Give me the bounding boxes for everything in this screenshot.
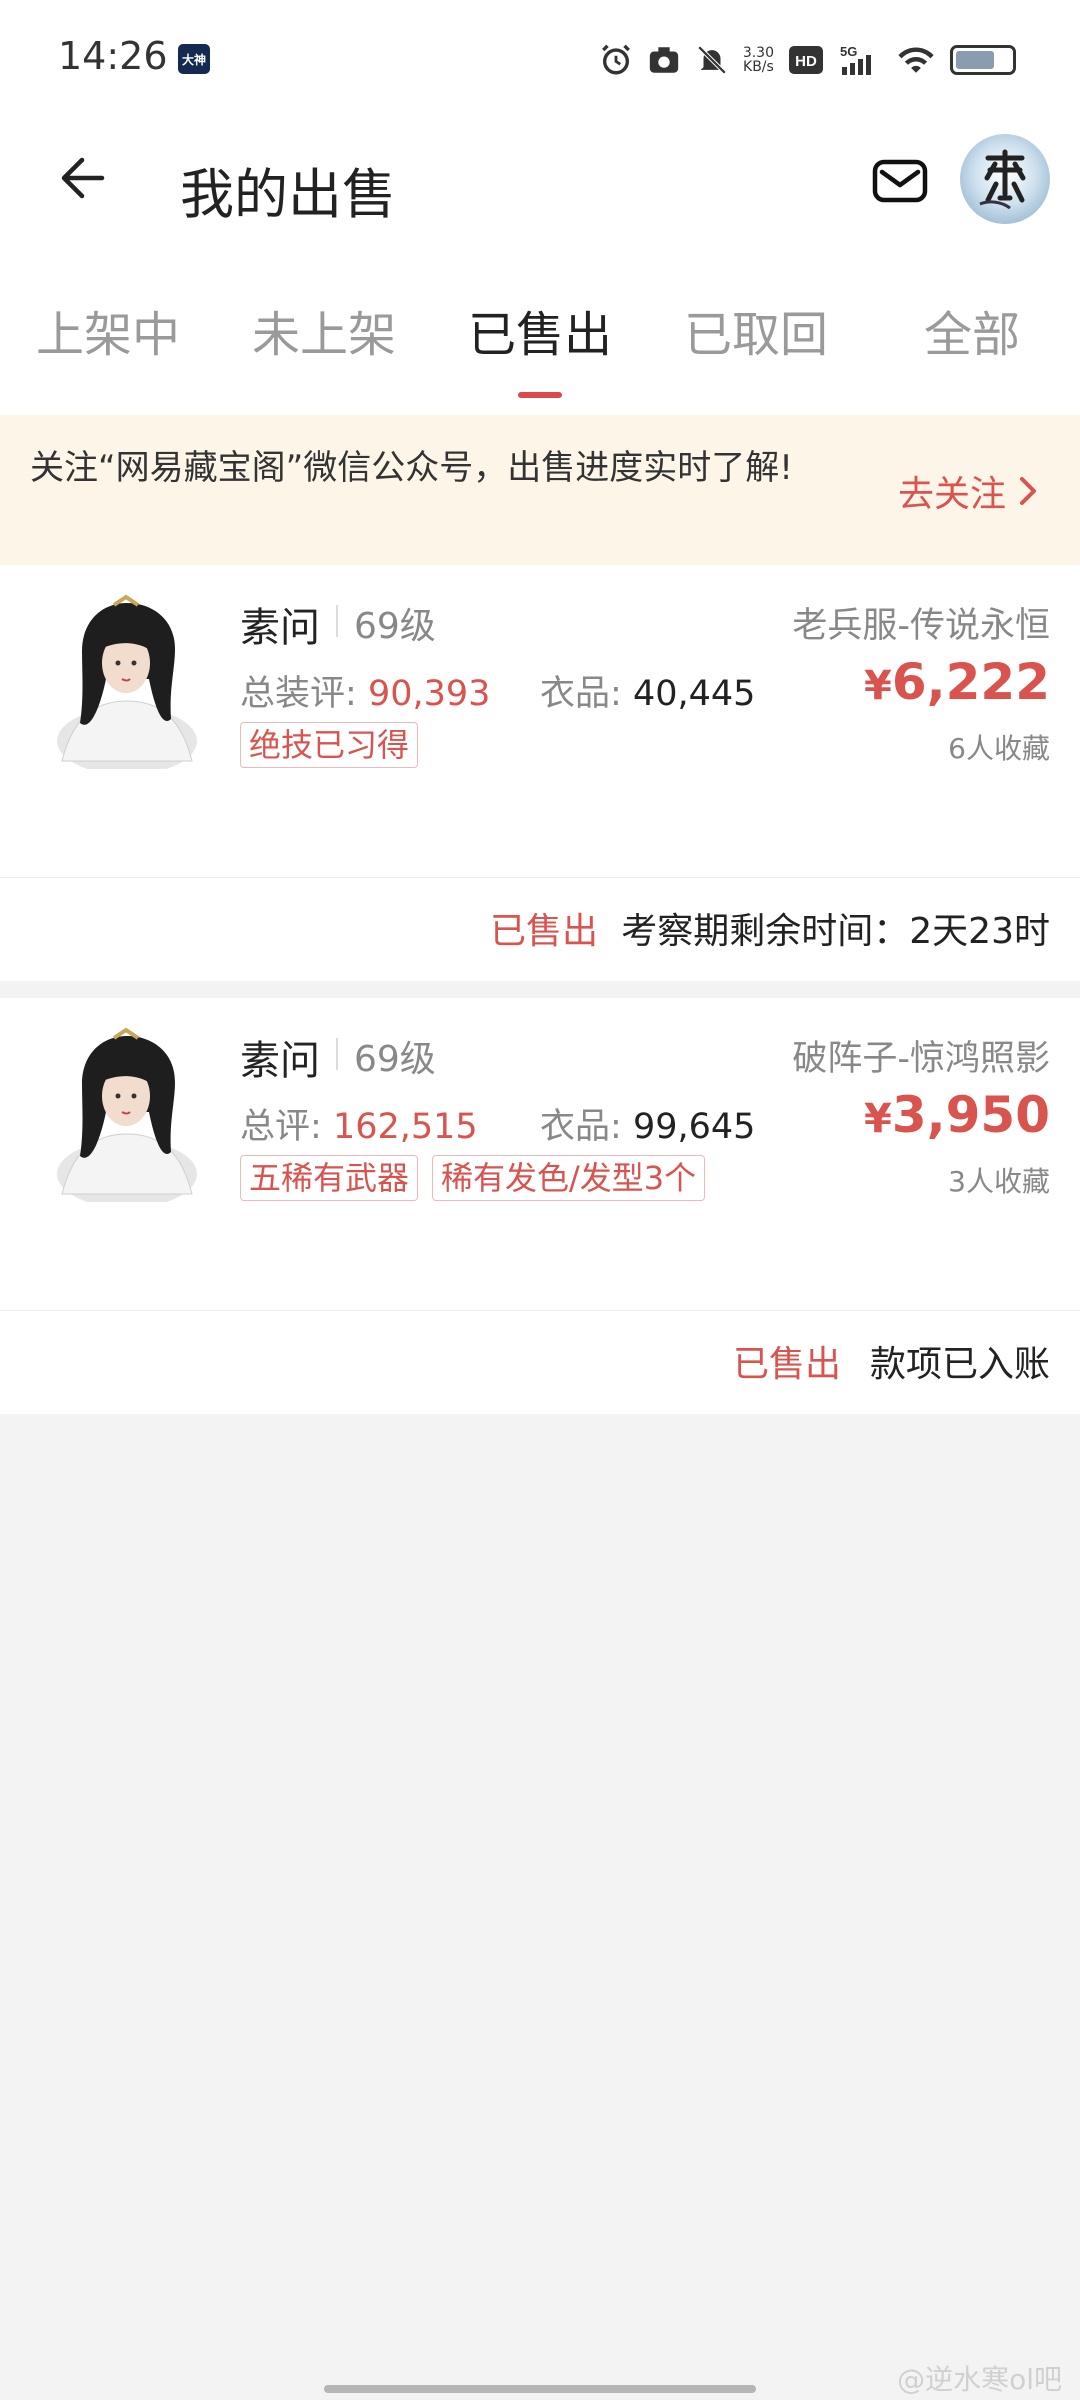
- tab-all[interactable]: 全部: [864, 295, 1080, 365]
- watermark: @逆水寒ol吧: [897, 2363, 1062, 2396]
- tab-retrieved[interactable]: 已取回: [648, 295, 864, 365]
- tab-bar: 上架中 未上架 已售出 已取回 全部: [0, 250, 1080, 415]
- listing-card[interactable]: 素问 69级 老兵服-传说永恒 总装评: 90,393 衣品: 40,445 ¥…: [0, 565, 1080, 981]
- net-speed-value: 3.30: [742, 45, 774, 61]
- total-score-label: 总评:: [240, 1107, 322, 1147]
- tab-sold[interactable]: 已售出: [432, 295, 648, 365]
- sold-status: 已售出: [733, 1344, 842, 1385]
- home-indicator[interactable]: [324, 2385, 756, 2393]
- hd-icon: HD: [789, 46, 823, 74]
- chevron-right-icon: [1020, 477, 1036, 505]
- follow-notice-banner: 关注“网易藏宝阁”微信公众号，出售进度实时了解! 去关注: [0, 415, 1080, 565]
- character-portrait: [42, 1024, 212, 1202]
- favorite-count: 6人收藏: [948, 732, 1050, 765]
- name-level-divider: [336, 605, 338, 637]
- currency-symbol: ¥: [864, 1096, 892, 1142]
- total-score-label: 总装评:: [240, 674, 357, 714]
- listing-card[interactable]: 素问 69级 破阵子-惊鸿照影 总评: 162,515 衣品: 99,645 ¥…: [0, 998, 1080, 1414]
- server-name: 老兵服-传说永恒: [792, 606, 1050, 646]
- back-button[interactable]: [54, 148, 114, 208]
- tag: 五稀有武器: [240, 1155, 419, 1201]
- server-name: 破阵子-惊鸿照影: [792, 1039, 1050, 1079]
- avatar-emblem-icon: [979, 149, 1026, 210]
- message-button[interactable]: [870, 150, 930, 210]
- price-value: 6,222: [891, 653, 1050, 711]
- net-speed-unit: KB/s: [743, 59, 774, 75]
- character-level: 69级: [354, 1039, 436, 1080]
- sold-status: 已售出: [490, 911, 599, 952]
- listing-status-bar: 已售出 考察期剩余时间：2天23时: [0, 877, 1080, 981]
- character-name: 素问: [240, 605, 320, 651]
- listing-summary[interactable]: 素问 69级 破阵子-惊鸿照影 总评: 162,515 衣品: 99,645 ¥…: [0, 998, 1080, 1310]
- price-value: 3,950: [891, 1086, 1050, 1144]
- tag-list: 五稀有武器 稀有发色/发型3个: [240, 1155, 706, 1201]
- mail-icon: [872, 159, 928, 203]
- character-portrait: [42, 591, 212, 769]
- total-score-value: 162,515: [332, 1107, 478, 1147]
- outfit-score-value: 99,645: [632, 1107, 756, 1147]
- mute-bell-icon: [697, 45, 727, 75]
- hd-label: HD: [795, 53, 817, 70]
- tag: 绝技已习得: [240, 722, 419, 768]
- tag-list: 绝技已习得: [240, 722, 419, 768]
- total-score: 总评: 162,515: [240, 1098, 478, 1149]
- net-speed: 3.30 KB/s: [743, 46, 774, 74]
- outfit-score-label: 衣品:: [540, 674, 622, 714]
- total-score-value: 90,393: [367, 674, 491, 714]
- tab-listed[interactable]: 上架中: [0, 295, 216, 365]
- status-icons: 3.30 KB/s HD 5G: [599, 40, 1016, 80]
- outfit-score: 衣品: 40,445: [540, 665, 755, 716]
- currency-symbol: ¥: [864, 663, 892, 709]
- signal-label: 5G: [840, 44, 857, 59]
- follow-button[interactable]: 去关注: [898, 465, 1040, 517]
- price: ¥6,222: [864, 653, 1050, 711]
- wifi-icon: [898, 47, 934, 73]
- battery-icon: [950, 45, 1016, 75]
- alarm-icon: [601, 44, 630, 75]
- signal-5g-icon: 5G: [840, 44, 871, 75]
- status-info: 款项已入账: [869, 1344, 1050, 1385]
- back-arrow-icon: [61, 157, 105, 199]
- favorite-count: 3人收藏: [948, 1165, 1050, 1198]
- follow-button-label: 去关注: [897, 474, 1006, 515]
- tab-unlisted[interactable]: 未上架: [216, 295, 432, 365]
- character-name: 素问: [240, 1038, 320, 1084]
- name-level-divider: [336, 1038, 338, 1070]
- outfit-score-value: 40,445: [632, 674, 756, 714]
- total-score: 总装评: 90,393: [240, 665, 490, 716]
- page-title: 我的出售: [180, 163, 396, 226]
- price: ¥3,950: [864, 1086, 1050, 1144]
- status-info: 考察期剩余时间：2天23时: [621, 911, 1050, 952]
- tag: 稀有发色/发型3个: [432, 1155, 706, 1201]
- camera-icon: [649, 47, 678, 73]
- outfit-score: 衣品: 99,645: [540, 1098, 755, 1149]
- listing-status-bar: 已售出 款项已入账: [0, 1310, 1080, 1414]
- status-bar: 14:26 大神 3.30 KB/s HD 5G: [0, 0, 1080, 120]
- active-tab-indicator: [518, 392, 562, 398]
- character-level: 69级: [354, 606, 436, 647]
- app-badge-icon: 大神: [178, 44, 210, 74]
- header: 我的出售: [0, 120, 1080, 250]
- user-avatar[interactable]: [960, 134, 1050, 224]
- outfit-score-label: 衣品:: [540, 1107, 622, 1147]
- status-time: 14:26: [58, 34, 168, 78]
- listing-summary[interactable]: 素问 69级 老兵服-传说永恒 总装评: 90,393 衣品: 40,445 ¥…: [0, 565, 1080, 877]
- notice-text: 关注“网易藏宝阁”微信公众号，出售进度实时了解!: [30, 448, 793, 488]
